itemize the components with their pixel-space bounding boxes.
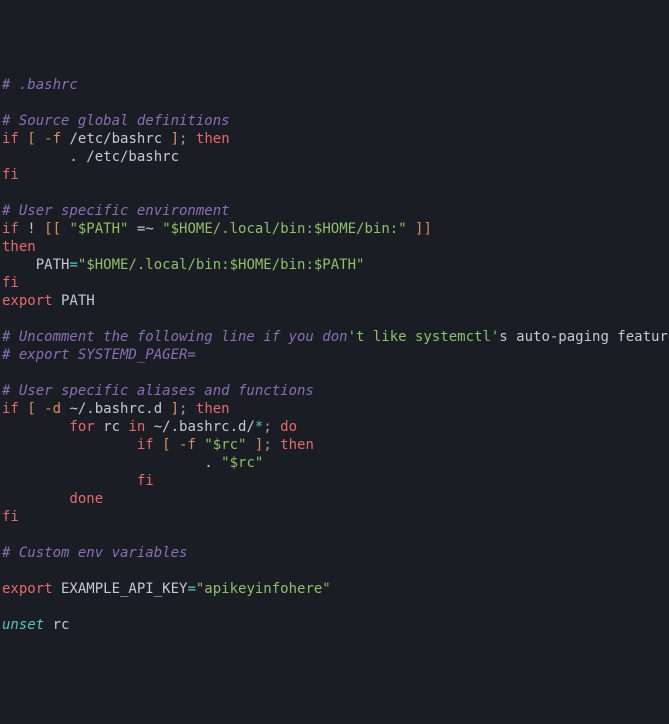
- string-token: "$HOME/.local/bin:$HOME/bin:": [162, 221, 406, 237]
- keyword-token: fi: [2, 167, 19, 183]
- bracket-token: ]: [171, 131, 179, 147]
- flag-token: -f: [179, 437, 196, 453]
- code-line: if [ -f "$rc" ]; then: [2, 436, 667, 454]
- code-line: export PATH: [2, 292, 667, 310]
- bracket-token: ]: [246, 437, 263, 453]
- keyword-token: for: [2, 419, 95, 435]
- keyword-token: if: [2, 437, 154, 453]
- eq-token: =: [69, 257, 77, 273]
- glob-prefix-token: ~/.bashrc.d/: [145, 419, 255, 435]
- string-token: "$HOME/.local/bin:$HOME/bin:$PATH": [78, 257, 365, 273]
- keyword-token: then: [187, 401, 229, 417]
- export-keyword: export: [2, 293, 53, 309]
- eq-token: =: [187, 581, 195, 597]
- flag-token: -f: [44, 131, 61, 147]
- code-line: if [ -f /etc/bashrc ]; then: [2, 130, 667, 148]
- blank-line: [2, 598, 667, 616]
- comment-token: # .bashrc: [2, 77, 78, 93]
- unset-keyword: unset: [2, 617, 44, 633]
- path-token: /etc/bashrc: [61, 131, 171, 147]
- code-line: fi: [2, 166, 667, 184]
- comment-token: # Custom env variables: [2, 545, 187, 561]
- code-line: fi: [2, 508, 667, 526]
- keyword-token: fi: [2, 473, 154, 489]
- bracket-token: [: [154, 437, 179, 453]
- code-line: unset rc: [2, 616, 667, 634]
- code-line: then: [2, 238, 667, 256]
- keyword-token: if: [2, 221, 19, 237]
- code-line: # .bashrc: [2, 76, 667, 94]
- blank-line: [2, 94, 667, 112]
- bracket-token: ]: [171, 401, 179, 417]
- blank-line: [2, 562, 667, 580]
- code-line: # Custom env variables: [2, 544, 667, 562]
- bracket-token: [: [19, 401, 44, 417]
- comment-token: # User specific aliases and functions: [2, 383, 314, 399]
- bang-token: !: [19, 221, 44, 237]
- keyword-token: then: [2, 239, 36, 255]
- blank-line: [2, 364, 667, 382]
- indent-token: .: [2, 455, 221, 471]
- string-token: "$PATH": [69, 221, 128, 237]
- comment-token: # User specific environment: [2, 203, 230, 219]
- code-line: # Uncomment the following line if you do…: [2, 328, 667, 346]
- code-line: export EXAMPLE_API_KEY="apikeyinfohere": [2, 580, 667, 598]
- blank-line: [2, 526, 667, 544]
- flag-token: -d: [44, 401, 61, 417]
- string-token: "apikeyinfohere": [196, 581, 331, 597]
- code-line: . /etc/bashrc: [2, 148, 667, 166]
- path-token: ~/.bashrc.d: [61, 401, 171, 417]
- bracket-token: [: [27, 131, 35, 147]
- string-token: 't like systemctl': [348, 329, 500, 345]
- code-line: # User specific environment: [2, 202, 667, 220]
- code-line: fi: [2, 472, 667, 490]
- punct-token: ;: [263, 419, 271, 435]
- code-line: # User specific aliases and functions: [2, 382, 667, 400]
- keyword-token: fi: [2, 275, 19, 291]
- code-editor-viewport[interactable]: # .bashrc # Source global definitionsif …: [2, 76, 667, 634]
- var-token: rc: [95, 419, 129, 435]
- keyword-token: then: [272, 437, 314, 453]
- punct-token: ;: [263, 437, 271, 453]
- comment-token: # Source global definitions: [2, 113, 230, 129]
- keyword-token: then: [187, 131, 229, 147]
- blank-line: [2, 310, 667, 328]
- dbracket-token: [[: [44, 221, 69, 237]
- var-token: rc: [44, 617, 69, 633]
- var-token: PATH: [53, 293, 95, 309]
- text-token: s auto-paging feature:: [499, 329, 669, 345]
- comment-token: # export SYSTEMD_PAGER=: [2, 347, 196, 363]
- code-line: # export SYSTEMD_PAGER=: [2, 346, 667, 364]
- code-line: PATH="$HOME/.local/bin:$HOME/bin:$PATH": [2, 256, 667, 274]
- var-token: EXAMPLE_API_KEY: [53, 581, 188, 597]
- string-token: "$rc": [221, 455, 263, 471]
- code-line: if ! [[ "$PATH" =~ "$HOME/.local/bin:$HO…: [2, 220, 667, 238]
- code-line: for rc in ~/.bashrc.d/*; do: [2, 418, 667, 436]
- var-token: PATH: [2, 257, 69, 273]
- dbracket-token: ]]: [407, 221, 432, 237]
- keyword-token: if: [2, 401, 19, 417]
- keyword-token: if: [2, 131, 19, 147]
- keyword-token: in: [128, 419, 145, 435]
- keyword-token: done: [2, 491, 103, 507]
- export-keyword: export: [2, 581, 53, 597]
- keyword-token: do: [272, 419, 297, 435]
- code-line: done: [2, 490, 667, 508]
- code-line: # Source global definitions: [2, 112, 667, 130]
- string-token: "$rc": [196, 437, 247, 453]
- code-line: . "$rc": [2, 454, 667, 472]
- source-cmd-token: . /etc/bashrc: [2, 149, 179, 165]
- match-op-token: =~: [128, 221, 162, 237]
- blank-line: [2, 184, 667, 202]
- code-line: if [ -d ~/.bashrc.d ]; then: [2, 400, 667, 418]
- keyword-token: fi: [2, 509, 19, 525]
- code-line: fi: [2, 274, 667, 292]
- comment-token: # Uncomment the following line if you do…: [2, 329, 348, 345]
